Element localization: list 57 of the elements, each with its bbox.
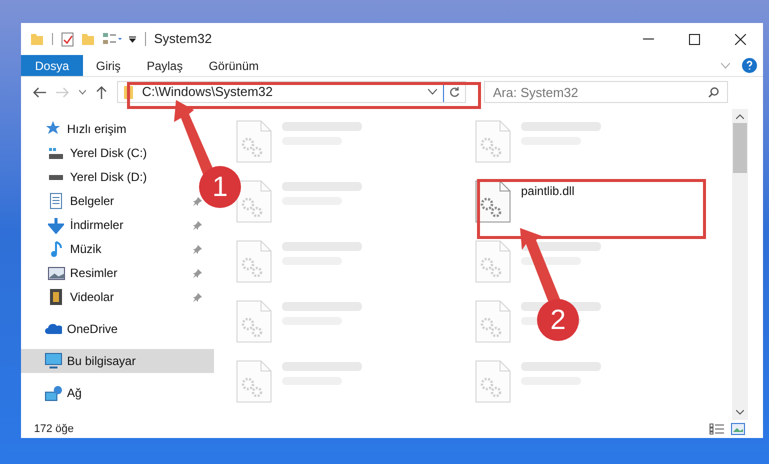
network-icon bbox=[44, 386, 62, 400]
help-icon[interactable] bbox=[742, 58, 757, 73]
down-arrow-icon bbox=[48, 216, 64, 234]
item-count: 172 öğe bbox=[34, 422, 74, 437]
film-icon bbox=[50, 289, 62, 305]
customize-caret-icon[interactable] bbox=[128, 34, 137, 44]
view-icon[interactable] bbox=[102, 32, 124, 46]
sidebar-item[interactable]: Bu bilgisayar bbox=[21, 349, 214, 373]
scroll-down-icon[interactable] bbox=[736, 410, 744, 415]
image-icon bbox=[48, 266, 64, 280]
sidebar-item[interactable]: İndirmeler bbox=[70, 216, 124, 234]
sidebar-item[interactable]: Belgeler bbox=[70, 192, 114, 210]
dropdown-caret-icon[interactable] bbox=[428, 89, 437, 95]
pin-icon[interactable] bbox=[193, 196, 202, 206]
large-icons-view-icon[interactable] bbox=[731, 423, 745, 435]
sidebar-item[interactable]: Yerel Disk (D:) bbox=[70, 168, 147, 186]
back-arrow-icon[interactable] bbox=[33, 86, 46, 98]
details-view-icon[interactable] bbox=[709, 423, 725, 435]
sidebar-label: Bu bilgisayar bbox=[67, 353, 136, 370]
sidebar-item[interactable]: OneDrive bbox=[21, 317, 214, 341]
ribbon-tab[interactable]: Dosya bbox=[21, 55, 84, 76]
sidebar-item[interactable]: Ağ bbox=[21, 381, 214, 405]
document-icon bbox=[50, 193, 62, 209]
sidebar-item[interactable]: Yerel Disk (C:) bbox=[70, 144, 147, 162]
ribbon-tab[interactable]: Giriş bbox=[83, 55, 134, 76]
up-arrow-icon[interactable] bbox=[96, 86, 107, 98]
star-icon bbox=[44, 121, 62, 137]
refresh-icon[interactable] bbox=[449, 86, 460, 98]
minimize-icon bbox=[642, 38, 654, 40]
monitor-icon bbox=[44, 353, 62, 369]
address-path: C:\Windows\System32 bbox=[142, 83, 273, 102]
file-name[interactable]: paintlib.dll bbox=[521, 180, 574, 200]
pin-icon[interactable] bbox=[193, 220, 202, 230]
sidebar-item[interactable]: Videolar bbox=[70, 288, 114, 306]
search-field[interactable]: Ara: System32 bbox=[484, 81, 728, 103]
sidebar-label: Hızlı erişim bbox=[67, 121, 126, 138]
ribbon-tab[interactable]: Görünüm bbox=[196, 55, 272, 76]
scrollbar-thumb[interactable] bbox=[733, 123, 747, 173]
sidebar-item[interactable]: Hızlı erişim bbox=[21, 117, 214, 141]
music-note-icon bbox=[50, 241, 62, 257]
drive-icon bbox=[49, 148, 63, 158]
sidebar-item[interactable]: Resimler bbox=[70, 264, 118, 282]
recent-caret-icon[interactable] bbox=[79, 90, 86, 94]
close-icon bbox=[734, 34, 746, 44]
scroll-up-icon[interactable] bbox=[736, 114, 744, 119]
sidebar-label: OneDrive bbox=[67, 321, 118, 338]
window-title: System32 bbox=[154, 30, 212, 48]
cloud-icon bbox=[44, 324, 62, 334]
properties-icon[interactable] bbox=[61, 32, 74, 46]
ribbon-tab[interactable]: Paylaş bbox=[134, 55, 196, 76]
pin-icon[interactable] bbox=[193, 268, 202, 278]
pin-icon[interactable] bbox=[193, 244, 202, 254]
maximize-icon bbox=[688, 34, 700, 44]
sidebar-label: Ağ bbox=[67, 385, 82, 402]
pin-icon[interactable] bbox=[193, 292, 202, 302]
sidebar-item[interactable]: Müzik bbox=[70, 240, 102, 258]
drive-icon bbox=[49, 174, 63, 180]
